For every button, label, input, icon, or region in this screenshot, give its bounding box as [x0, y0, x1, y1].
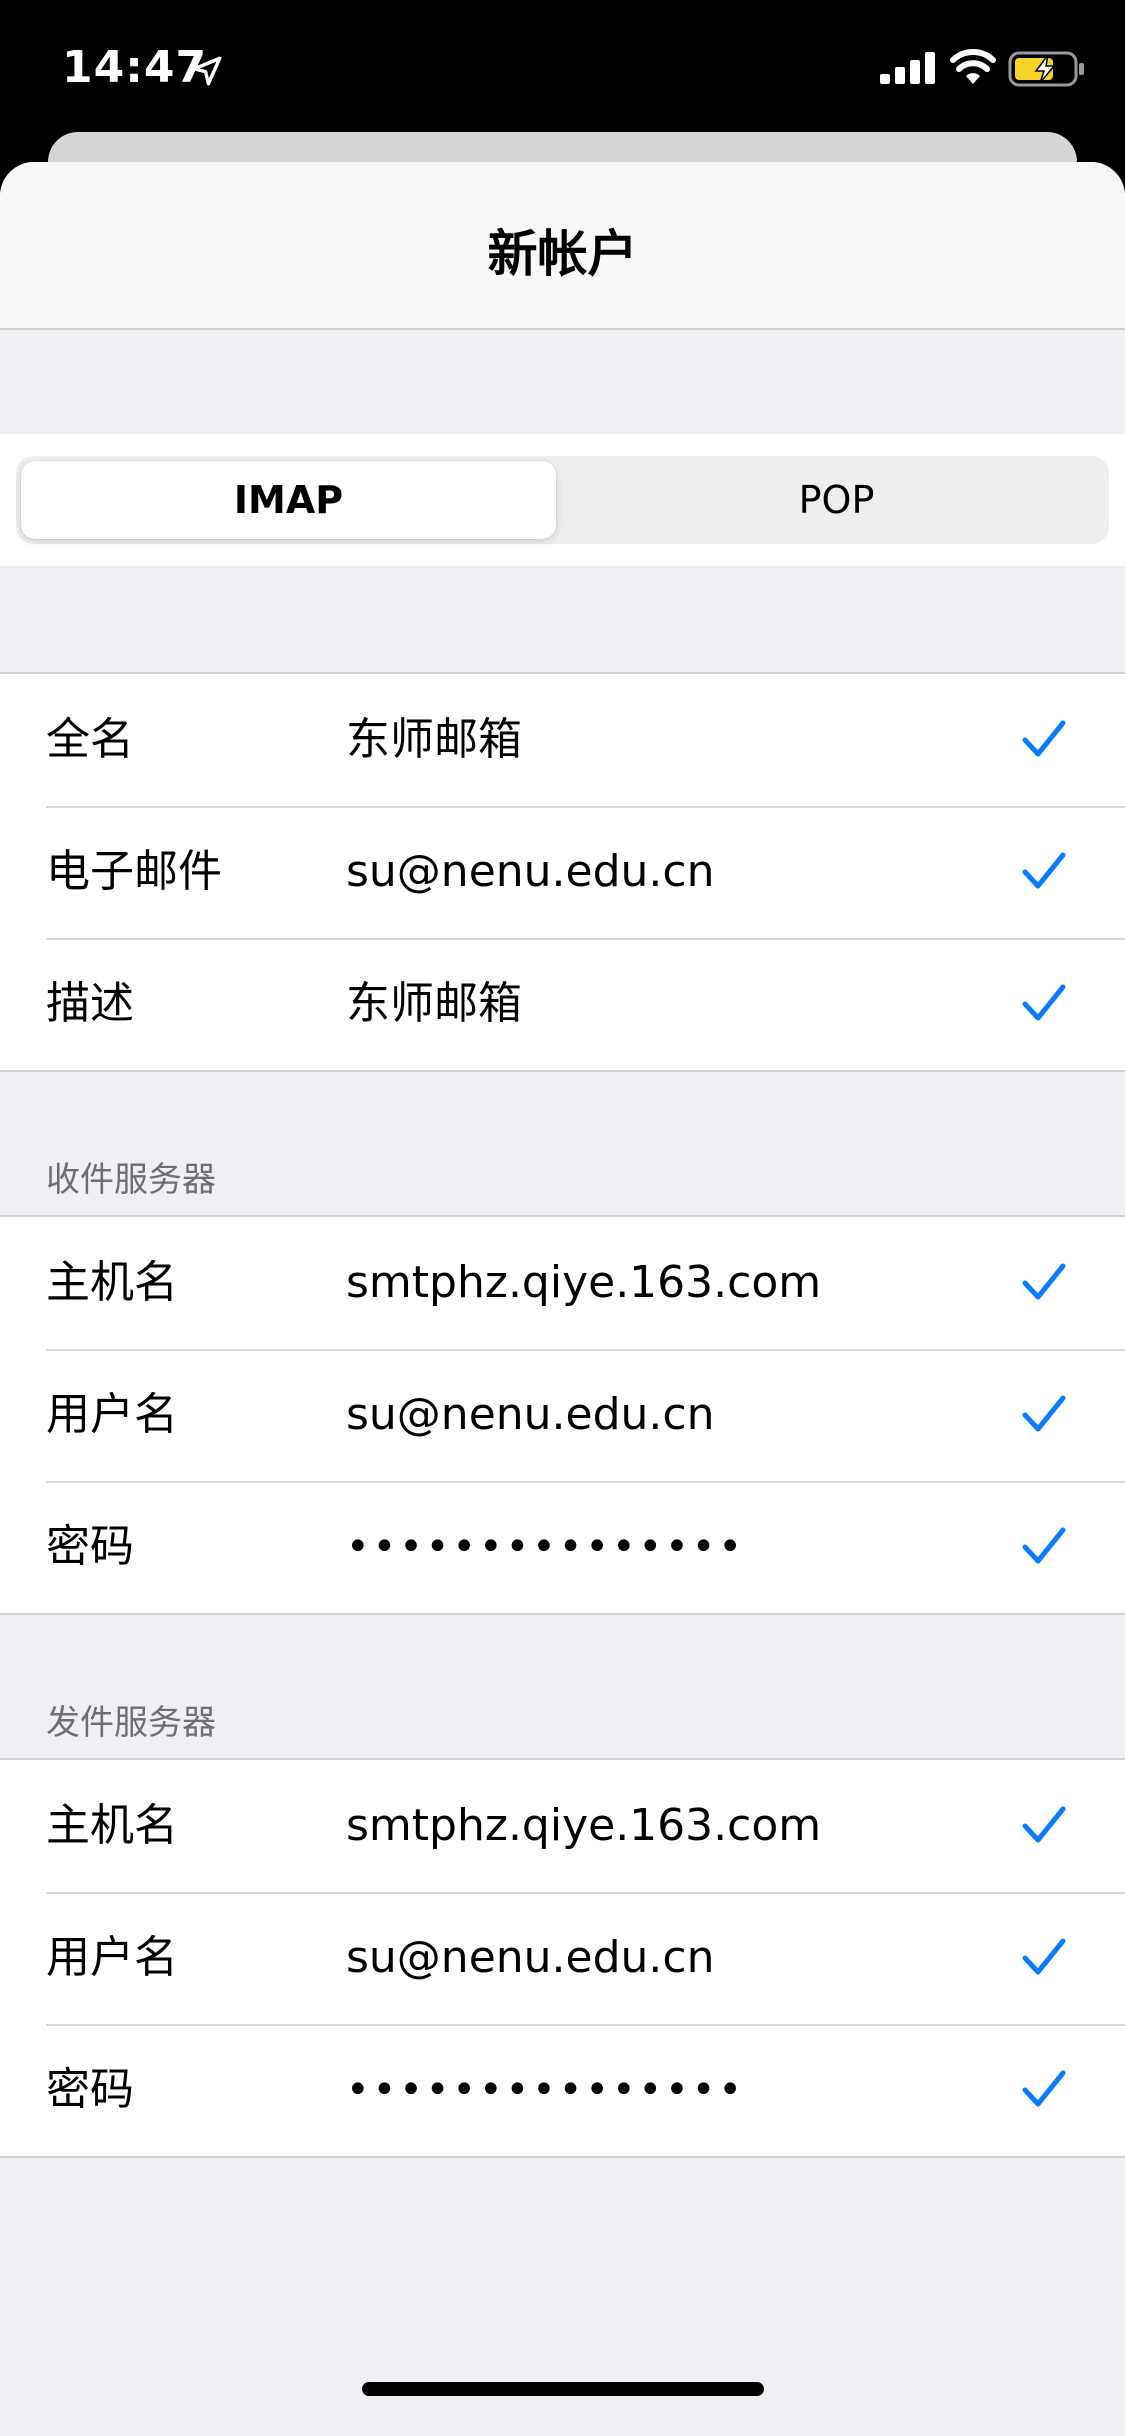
full-name-label: 全名 — [46, 714, 134, 765]
new-account-sheet: 新帐户 IMAP POP 全名 东师邮箱 电子邮件 su@nenu.edu.cn… — [0, 162, 1125, 2436]
incoming-server-group: 主机名 smtphz.qiye.163.com 用户名 su@nenu.edu.… — [0, 1215, 1125, 1615]
checkmark-icon — [1022, 2070, 1066, 2107]
incoming-password-label: 密码 — [46, 1521, 134, 1572]
row-outgoing-host[interactable]: 主机名 smtphz.qiye.163.com — [0, 1760, 1125, 1892]
segment-pop[interactable]: POP — [569, 461, 1104, 539]
incoming-server-header: 收件服务器 — [46, 1160, 216, 1200]
full-name-field[interactable]: 东师邮箱 — [346, 674, 522, 806]
row-incoming-host[interactable]: 主机名 smtphz.qiye.163.com — [0, 1217, 1125, 1349]
description-field[interactable]: 东师邮箱 — [346, 938, 522, 1070]
checkmark-icon — [1022, 984, 1066, 1021]
outgoing-username-field[interactable]: su@nenu.edu.cn — [346, 1892, 714, 2024]
outgoing-password-label: 密码 — [46, 2064, 134, 2115]
checkmark-icon — [1022, 1527, 1066, 1564]
row-incoming-username[interactable]: 用户名 su@nenu.edu.cn — [0, 1349, 1125, 1481]
outgoing-server-header: 发件服务器 — [46, 1703, 216, 1743]
checkmark-icon — [1022, 720, 1066, 757]
cellular-signal-icon — [880, 52, 935, 84]
location-arrow-icon — [192, 56, 222, 86]
outgoing-username-label: 用户名 — [46, 1932, 178, 1983]
email-label: 电子邮件 — [46, 846, 222, 897]
nav-bar: 新帐户 — [0, 162, 1125, 330]
protocol-segmented-control: IMAP POP — [16, 456, 1109, 544]
segment-imap[interactable]: IMAP — [21, 461, 556, 539]
battery-charging-icon — [1008, 51, 1084, 87]
page-title: 新帐户 — [487, 225, 638, 283]
incoming-username-label: 用户名 — [46, 1389, 178, 1440]
row-full-name[interactable]: 全名 东师邮箱 — [0, 674, 1125, 806]
home-indicator[interactable] — [362, 2382, 764, 2396]
checkmark-icon — [1022, 1938, 1066, 1975]
outgoing-server-group: 主机名 smtphz.qiye.163.com 用户名 su@nenu.edu.… — [0, 1758, 1125, 2158]
wifi-icon — [950, 49, 996, 84]
checkmark-icon — [1022, 852, 1066, 889]
checkmark-icon — [1022, 1395, 1066, 1432]
incoming-host-field[interactable]: smtphz.qiye.163.com — [346, 1217, 821, 1349]
outgoing-password-field[interactable]: ••••••••••••••• — [346, 2024, 745, 2156]
outgoing-host-label: 主机名 — [46, 1800, 178, 1851]
incoming-host-label: 主机名 — [46, 1257, 178, 1308]
email-field[interactable]: su@nenu.edu.cn — [346, 806, 714, 938]
screen: 14:47 新帐户 IMAP POP 全名 东师邮箱 电子邮件 su@nenu.… — [0, 0, 1125, 2436]
account-info-group: 全名 东师邮箱 电子邮件 su@nenu.edu.cn 描述 东师邮箱 — [0, 672, 1125, 1072]
status-bar: 14:47 — [0, 0, 1125, 132]
row-outgoing-username[interactable]: 用户名 su@nenu.edu.cn — [0, 1892, 1125, 2024]
protocol-segment-container: IMAP POP — [0, 434, 1125, 566]
row-outgoing-password[interactable]: 密码 ••••••••••••••• — [0, 2024, 1125, 2156]
outgoing-host-field[interactable]: smtphz.qiye.163.com — [346, 1760, 821, 1892]
description-label: 描述 — [46, 978, 134, 1029]
status-time: 14:47 — [62, 42, 208, 93]
checkmark-icon — [1022, 1806, 1066, 1843]
incoming-username-field[interactable]: su@nenu.edu.cn — [346, 1349, 714, 1481]
row-email[interactable]: 电子邮件 su@nenu.edu.cn — [0, 806, 1125, 938]
checkmark-icon — [1022, 1263, 1066, 1300]
row-incoming-password[interactable]: 密码 ••••••••••••••• — [0, 1481, 1125, 1613]
row-description[interactable]: 描述 东师邮箱 — [0, 938, 1125, 1070]
incoming-password-field[interactable]: ••••••••••••••• — [346, 1481, 745, 1613]
